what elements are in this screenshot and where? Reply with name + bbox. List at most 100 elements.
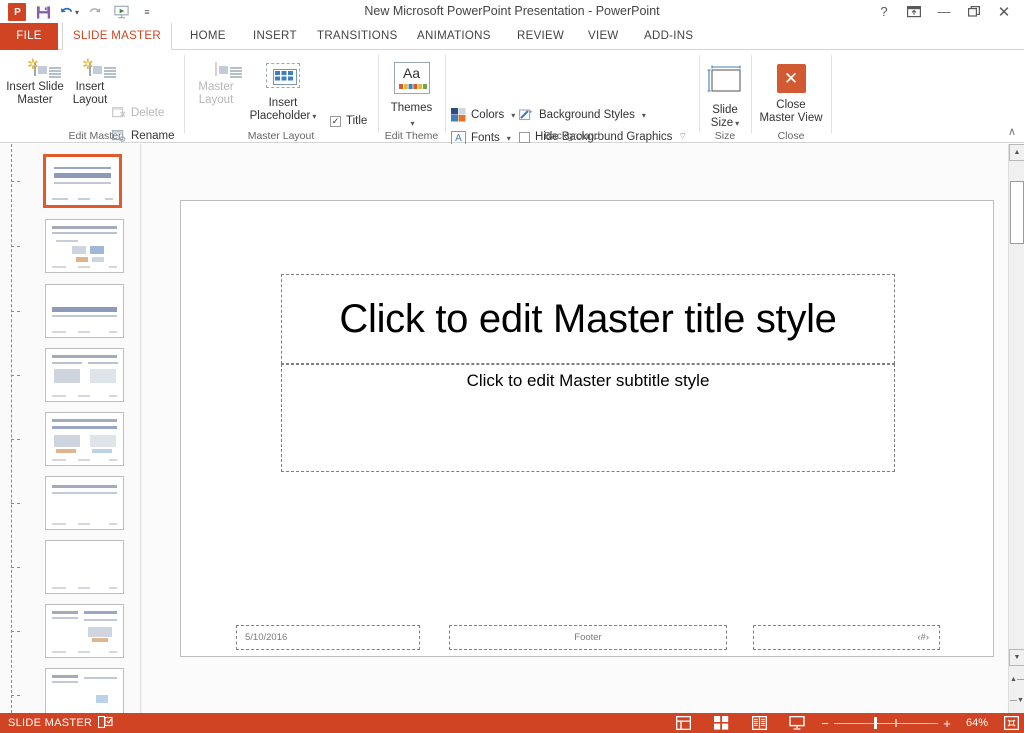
close-master-view-label-2: Master View [753,112,829,125]
ribbon-group-edit-master: ✲ Insert Slide Master ✲ Insert Layout De… [0,50,130,143]
delete-icon [112,106,126,119]
canvas-scroll-up-button[interactable]: ▲ [1009,144,1024,161]
insert-layout-button[interactable]: ✲ Insert Layout [66,58,114,107]
master-layout-icon [215,63,217,76]
background-dialog-launcher[interactable]: ⌔ [679,131,687,142]
status-view-name: SLIDE MASTER [8,713,92,733]
next-slide-button[interactable]: —▼ [1009,692,1024,709]
background-styles-button[interactable]: Background Styles▾ [519,108,646,122]
close-master-view-label-1: Close [753,99,829,112]
collapse-ribbon-icon[interactable]: ∧ [1008,125,1016,138]
tab-animations[interactable]: ANIMATIONS [407,23,501,50]
background-styles-icon [519,108,534,122]
title-bar: P ▾ ≡ New Microsoft PowerPoint Presentat… [0,0,1024,23]
tab-home[interactable]: HOME [180,23,236,50]
slide-size-label-2: Size▾ [701,117,749,130]
themes-button[interactable]: Aa Themes ▾ [380,60,443,130]
close-icon[interactable]: ✕ [990,1,1018,22]
slide-canvas[interactable]: Click to edit Master title style Click t… [142,144,1008,713]
canvas-scrollbar-thumb[interactable] [1010,181,1024,244]
content-with-caption-layout-thumbnail[interactable] [45,604,124,658]
slide-number-text: ‹#› [917,632,929,643]
zoom-in-button[interactable]: + [938,716,956,731]
two-content-layout-thumbnail[interactable] [45,412,124,466]
themes-dropdown-caret[interactable]: ▾ [382,117,443,130]
master-layout-label-2: Layout [190,94,242,107]
close-master-view-button[interactable]: ✕ Close Master View [753,62,829,125]
title-slide-layout-thumbnail[interactable] [45,219,124,273]
section-header-layout-thumbnail[interactable] [45,348,124,402]
slide-show-button[interactable] [778,713,816,733]
title-checkbox-row[interactable]: ✓ Title [330,115,367,127]
picture-with-caption-layout-thumbnail[interactable] [45,668,124,713]
date-placeholder-text: 5/10/2016 [245,632,287,643]
master-title-placeholder[interactable]: Click to edit Master title style [281,274,895,364]
canvas-scroll-down-button[interactable]: ▼ [1009,649,1024,666]
master-layout-label-1: Master [190,81,242,94]
insert-slide-master-label-2: Master [2,94,68,107]
reading-view-button[interactable] [740,713,778,733]
tab-insert[interactable]: INSERT [243,23,307,50]
colors-icon [451,108,466,122]
comparison-layout-thumbnail[interactable] [45,476,124,530]
insert-slide-master-button[interactable]: ✲ Insert Slide Master [2,58,68,107]
layout-connector-line [11,144,12,713]
master-subtitle-text: Click to edit Master subtitle style [467,371,710,391]
zoom-slider[interactable] [834,713,938,733]
edit-master-group-label: Edit Master [30,130,160,142]
ribbon-group-edit-theme: Aa Themes ▾ Edit Theme [380,50,443,143]
close-master-view-icon: ✕ [777,64,806,93]
insert-placeholder-button[interactable]: Insert Placeholder▾ [240,58,326,123]
tab-view[interactable]: VIEW [578,23,629,50]
zoom-out-button[interactable]: − [816,716,834,731]
delete-master-button: Delete [112,106,164,119]
ribbon-display-options-icon[interactable] [900,1,928,22]
title-checkbox[interactable]: ✓ [330,116,341,127]
slide-size-icon [706,64,744,98]
slide-size-button[interactable]: Slide Size▾ [701,62,749,130]
title-and-content-layout-thumbnail[interactable] [45,284,124,338]
ribbon-group-background: Colors▾ A Fonts▾ Effects▾ Background Sty… [447,50,697,143]
fit-slide-to-window-button[interactable] [998,716,1024,730]
status-bar: SLIDE MASTER − + 64% [0,713,1024,733]
background-styles-label: Background Styles [539,109,635,121]
slide-master-thumbnail[interactable] [43,154,122,208]
footer-placeholder-text: Footer [574,632,601,643]
status-right-controls: − + 64% [664,713,1024,733]
tab-slide-master[interactable]: SLIDE MASTER [62,23,172,50]
restore-icon[interactable] [960,1,988,22]
close-group-label: Close [753,130,829,142]
tab-review[interactable]: REVIEW [507,23,574,50]
date-placeholder[interactable]: 5/10/2016 [236,625,420,650]
help-icon[interactable]: ? [870,1,898,22]
insert-slide-master-icon: ✲ [34,63,36,76]
tab-transitions[interactable]: TRANSITIONS [307,23,408,50]
zoom-level-label[interactable]: 64% [956,717,998,729]
notes-comments-icon[interactable] [98,716,113,732]
edit-theme-group-label: Edit Theme [380,130,443,142]
previous-slide-button[interactable]: ▲— [1009,671,1024,688]
normal-view-button[interactable] [664,713,702,733]
slide-thumbnail-pane[interactable] [0,144,141,713]
insert-placeholder-icon [266,63,300,88]
minimize-icon[interactable]: — [930,1,958,22]
insert-slide-master-label-1: Insert Slide [2,81,68,94]
master-layout-group-label: Master Layout [186,130,376,142]
slide-sorter-view-button[interactable] [702,713,740,733]
zoom-slider-handle[interactable] [874,717,877,729]
zoom-slider-track [834,723,938,725]
insert-placeholder-label-1: Insert [240,97,326,110]
insert-layout-icon: ✲ [89,63,91,76]
slide-number-placeholder[interactable]: ‹#› [753,625,940,650]
master-subtitle-placeholder[interactable]: Click to edit Master subtitle style [281,364,895,472]
themes-label: Themes [380,102,443,115]
master-layout-button: Master Layout [190,58,242,107]
slide-master-editing-surface[interactable]: Click to edit Master title style Click t… [180,200,994,657]
blank-layout-thumbnail[interactable] [45,540,124,594]
footer-placeholder[interactable]: Footer [449,625,727,650]
tab-add-ins[interactable]: ADD-INS [634,23,703,50]
colors-label: Colors [471,109,504,121]
canvas-scrollbar[interactable]: ▲ ▼ ▲— —▼ [1008,144,1024,713]
colors-button[interactable]: Colors▾ [451,108,515,122]
tab-file[interactable]: FILE [0,23,58,50]
